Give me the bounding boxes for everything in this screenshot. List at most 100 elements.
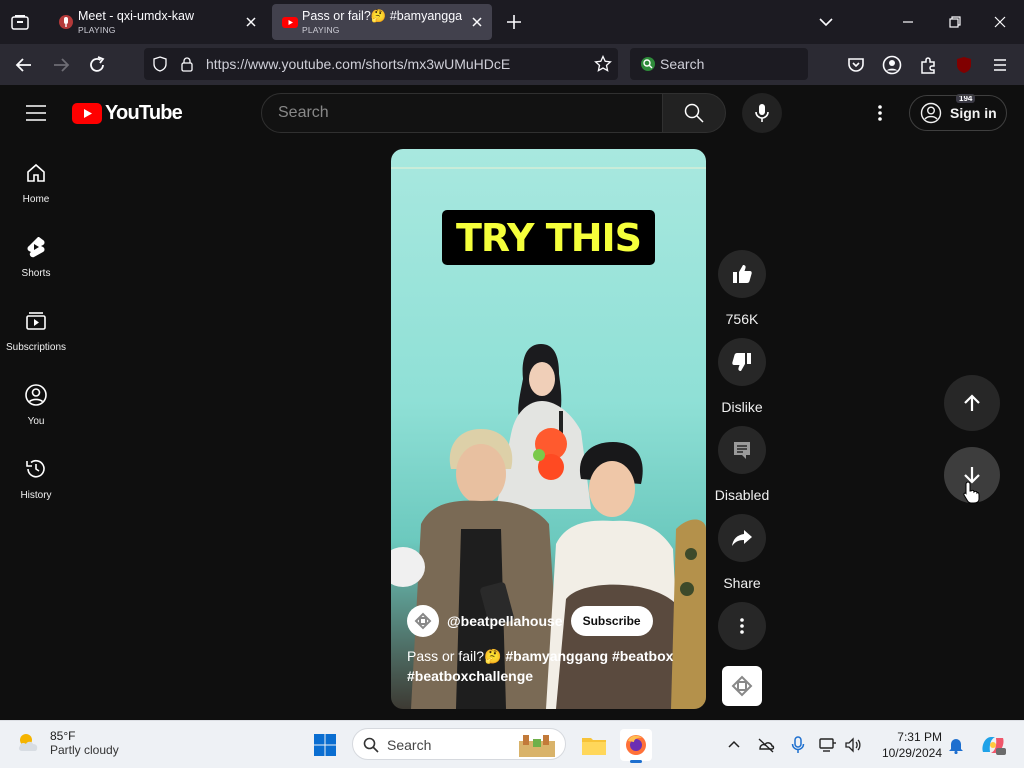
tab-status: PLAYING [302, 25, 340, 35]
search-icon [363, 737, 379, 753]
bookmark-star-icon[interactable] [594, 55, 612, 73]
file-explorer-icon[interactable] [578, 729, 610, 761]
clock-time: 7:31 PM [897, 730, 942, 744]
notification-bell-icon[interactable] [946, 735, 966, 755]
overlay-text: TRY THIS [455, 215, 642, 260]
sign-in-label: Sign in [950, 105, 997, 121]
browser-tab-strip: Meet - qxi-umdx-kaw PLAYING Pass or fail… [0, 0, 1024, 44]
shorts-video-player[interactable]: TRY THIS @beatpellahouse Subscribe Pass … [391, 149, 706, 709]
thumbs-down-icon [732, 353, 751, 371]
browser-search-field[interactable]: Search [630, 48, 808, 80]
thumbs-up-icon [733, 265, 752, 283]
like-count: 756K [725, 311, 759, 327]
taskbar-search-box[interactable]: Search [352, 728, 566, 760]
subscribe-button[interactable]: Subscribe [570, 606, 653, 636]
clock-date: 10/29/2024 [881, 746, 942, 760]
close-tab-icon[interactable] [470, 15, 484, 29]
minimize-icon[interactable] [898, 12, 918, 32]
channel-name-link[interactable]: @beatpellahouse [447, 613, 563, 629]
video-caption: Pass or fail?🤔 #bamyanggang #beatbox #be… [407, 646, 687, 686]
pocket-icon[interactable] [845, 54, 867, 76]
close-tab-icon[interactable] [244, 15, 258, 29]
address-bar[interactable]: https://www.youtube.com/shorts/mx3wUMuHD… [144, 48, 618, 80]
browser-navigation-bar: https://www.youtube.com/shorts/mx3wUMuHD… [0, 44, 1024, 103]
microphone-icon [755, 104, 769, 122]
hashtag-link[interactable]: #beatbox [612, 648, 673, 664]
back-arrow-icon[interactable] [13, 54, 35, 76]
guide-item-home[interactable]: Home [0, 141, 72, 215]
arrow-up-icon [964, 394, 980, 411]
forward-arrow-icon[interactable] [50, 54, 72, 76]
voice-search-button[interactable] [742, 93, 782, 133]
restore-icon[interactable] [945, 12, 965, 32]
like-button[interactable] [718, 250, 766, 298]
dislike-button[interactable] [718, 338, 766, 386]
account-icon[interactable] [881, 54, 903, 76]
comments-action: Disabled [713, 426, 771, 503]
user-circle-icon [920, 102, 942, 124]
youtube-search-button[interactable] [662, 93, 726, 133]
you-icon [24, 383, 48, 407]
browser-tab-meet[interactable]: Meet - qxi-umdx-kaw PLAYING [48, 4, 266, 40]
guide-item-you[interactable]: You [0, 363, 72, 437]
lock-icon[interactable] [179, 56, 195, 72]
youtube-favicon-icon [282, 14, 298, 30]
network-offline-icon[interactable] [756, 735, 776, 755]
display-ethernet-icon[interactable] [818, 735, 838, 755]
partly-cloudy-icon [18, 734, 38, 751]
hashtag-link[interactable]: #beatboxchallenge [407, 668, 533, 684]
sign-in-button[interactable]: Sign in [909, 95, 1007, 131]
share-arrow-icon [732, 530, 752, 546]
weather-widget[interactable]: 85°F Partly cloudy [16, 729, 119, 757]
list-all-tabs-icon[interactable] [8, 10, 32, 34]
search-engine-icon [640, 56, 656, 72]
guide-item-shorts[interactable]: Shorts [0, 215, 72, 289]
browser-tab-youtube[interactable]: Pass or fail?🤔 #bamyanggang PLAYING [272, 4, 492, 40]
share-button[interactable] [718, 514, 766, 562]
guide-item-history[interactable]: History [0, 437, 72, 511]
extensions-puzzle-icon[interactable] [917, 54, 939, 76]
channel-avatar[interactable] [407, 605, 439, 637]
volume-icon[interactable] [843, 735, 863, 755]
search-icon [684, 103, 704, 123]
chevron-down-icon[interactable] [816, 12, 836, 32]
tab-title: Pass or fail?🤔 #bamyanggang [302, 9, 462, 23]
comments-button[interactable] [718, 426, 766, 474]
weather-condition: Partly cloudy [50, 743, 119, 757]
ublock-extension-icon[interactable] [953, 54, 975, 76]
hamburger-menu-icon[interactable] [989, 54, 1011, 76]
youtube-search-input[interactable]: Search [261, 93, 663, 133]
close-window-icon[interactable] [990, 12, 1010, 32]
video-text-overlay: TRY THIS [442, 210, 655, 265]
sound-channel-thumbnail[interactable] [722, 666, 762, 706]
dislike-action: Dislike [713, 338, 771, 415]
tracking-protection-shield-icon[interactable] [152, 56, 168, 72]
search-placeholder: Search [660, 56, 705, 72]
url-text: https://www.youtube.com/shorts/mx3wUMuHD… [206, 56, 511, 72]
firefox-taskbar-icon[interactable] [620, 729, 652, 763]
new-tab-icon[interactable] [504, 12, 524, 32]
youtube-logo-icon [72, 102, 102, 124]
taskbar-clock[interactable]: 7:31 PM 10/29/2024 [872, 729, 942, 761]
hand-pointer-cursor-icon [963, 481, 980, 504]
guide-label: You [27, 416, 45, 427]
search-highlight-castle-icon [519, 735, 555, 757]
youtube-logo[interactable]: YouTube [72, 102, 183, 124]
shorts-icon [24, 235, 48, 259]
more-options-button[interactable] [718, 602, 766, 650]
reload-icon[interactable] [86, 54, 108, 76]
settings-more-icon[interactable] [868, 101, 892, 125]
guide-label: History [20, 490, 52, 501]
windows-start-icon[interactable] [313, 733, 337, 757]
comments-disabled-icon [734, 442, 750, 459]
hashtag-link[interactable]: #bamyanggang [505, 648, 608, 664]
comments-disabled-label: Disabled [714, 487, 770, 503]
guide-item-subscriptions[interactable]: Subscriptions [0, 289, 72, 363]
guide-menu-icon[interactable] [24, 103, 48, 123]
video-background-detail [391, 167, 706, 169]
previous-video-button[interactable] [944, 375, 1000, 431]
chevron-up-icon[interactable] [724, 735, 744, 755]
copilot-icon[interactable] [980, 735, 1006, 755]
microphone-in-use-icon[interactable] [788, 735, 808, 755]
history-icon [24, 457, 48, 481]
